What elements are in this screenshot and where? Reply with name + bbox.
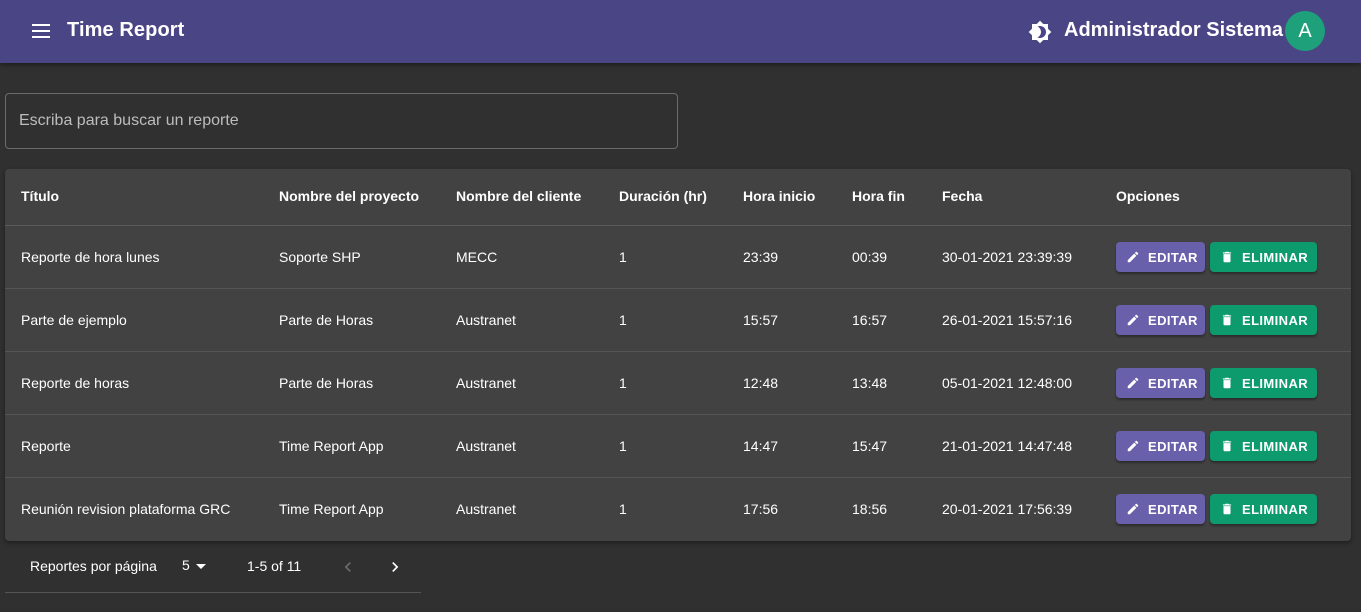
header-hora-inicio[interactable]: Hora inicio [743,188,815,204]
cell-hora-inicio: 17:56 [743,501,779,517]
header-proyecto[interactable]: Nombre del proyecto [279,188,419,204]
cell-proyecto: Soporte SHP [279,249,361,265]
app-bar: Time Report Administrador Sistema A [0,0,1361,63]
table-row: Parte de ejemplo Parte de Horas Austranet 1… [5,289,1351,352]
edit-button-label: EDITAR [1148,438,1198,454]
cell-fecha: 26-01-2021 15:57:16 [942,312,1072,328]
table-row: Reporte de horas Parte de Horas Austranet 1… [5,352,1351,415]
cell-cliente: MECC [456,249,498,265]
cell-cliente: Austranet [456,501,516,517]
cell-hora-fin: 16:57 [852,312,888,328]
cell-duracion: 1 [619,375,627,391]
cell-duracion: 1 [619,501,627,517]
header-cliente[interactable]: Nombre del cliente [456,188,581,204]
search-input[interactable] [6,94,677,148]
pagination-range: 1-5 of 11 [247,558,302,574]
reports-table: Título Nombre del proyecto Nombre del cl… [5,169,1351,541]
delete-button-label: ELIMINAR [1242,249,1309,265]
delete-button[interactable]: ELIMINAR [1210,368,1317,398]
trash-icon [1222,503,1232,515]
cell-hora-inicio: 23:39 [743,249,779,265]
brightness-icon[interactable] [1028,20,1052,44]
menu-icon[interactable] [32,20,54,42]
cell-titulo: Reporte de horas [21,375,130,391]
table-header: Título Nombre del proyecto Nombre del cl… [5,169,1351,226]
cell-hora-fin: 18:56 [852,501,888,517]
cell-titulo: Reporte de hora lunes [21,249,160,265]
cell-hora-inicio: 15:57 [743,312,779,328]
header-hora-fin[interactable]: Hora fin [852,188,905,204]
trash-icon [1222,251,1232,263]
trash-icon [1222,440,1232,452]
cell-fecha: 21-01-2021 14:47:48 [942,438,1072,454]
cell-fecha: 05-01-2021 12:48:00 [942,375,1072,391]
rows-per-page-value: 5 [182,557,190,573]
trash-icon [1222,377,1232,389]
trash-icon [1222,314,1232,326]
divider [5,592,421,593]
pencil-icon [1127,251,1139,263]
header-titulo[interactable]: Título [21,188,59,204]
cell-cliente: Austranet [456,438,516,454]
search-field [5,93,678,149]
edit-button[interactable]: EDITAR [1116,305,1205,335]
edit-button[interactable]: EDITAR [1116,368,1205,398]
cell-fecha: 20-01-2021 17:56:39 [942,501,1072,517]
pencil-icon [1127,377,1139,389]
table-row: Reporte de hora lunes Soporte SHP MECC 1 23:… [5,226,1351,289]
cell-proyecto: Time Report App [279,438,384,454]
caret-down-icon [195,563,206,569]
cell-titulo: Reporte [21,438,71,454]
delete-button[interactable]: ELIMINAR [1210,305,1317,335]
cell-hora-inicio: 14:47 [743,438,779,454]
table-row: Reporte Time Report App Austranet 1 14:47 15:… [5,415,1351,478]
cell-proyecto: Parte de Horas [279,312,374,328]
header-fecha[interactable]: Fecha [942,188,982,204]
cell-hora-fin: 15:47 [852,438,888,454]
cell-fecha: 30-01-2021 23:39:39 [942,249,1072,265]
edit-button-label: EDITAR [1148,375,1198,391]
rows-per-page-label: Reportes por página [30,558,157,574]
cell-titulo: Reunión revision plataforma GRC [21,501,231,517]
chevron-left-icon[interactable] [338,557,358,577]
delete-button[interactable]: ELIMINAR [1210,494,1317,524]
edit-button-label: EDITAR [1148,501,1198,517]
delete-button[interactable]: ELIMINAR [1210,431,1317,461]
cell-hora-inicio: 12:48 [743,375,779,391]
edit-button[interactable]: EDITAR [1116,242,1205,272]
header-opciones: Opciones [1116,188,1180,204]
cell-proyecto: Time Report App [279,501,384,517]
delete-button-label: ELIMINAR [1242,312,1309,328]
cell-titulo: Parte de ejemplo [21,312,127,328]
delete-button[interactable]: ELIMINAR [1210,242,1317,272]
table-body: Reporte de hora lunes Soporte SHP MECC 1 23:… [5,226,1351,541]
cell-duracion: 1 [619,249,627,265]
edit-button-label: EDITAR [1148,249,1198,265]
pencil-icon [1127,503,1139,515]
cell-duracion: 1 [619,438,627,454]
edit-button[interactable]: EDITAR [1116,431,1205,461]
cell-proyecto: Parte de Horas [279,375,374,391]
delete-button-label: ELIMINAR [1242,375,1309,391]
cell-hora-fin: 13:48 [852,375,888,391]
chevron-right-icon[interactable] [385,557,405,577]
delete-button-label: ELIMINAR [1242,501,1309,517]
edit-button[interactable]: EDITAR [1116,494,1205,524]
avatar[interactable]: A [1285,11,1325,51]
rows-per-page-select[interactable]: 5 [182,557,206,573]
header-duracion[interactable]: Duración (hr) [619,188,707,204]
cell-cliente: Austranet [456,312,516,328]
edit-button-label: EDITAR [1148,312,1198,328]
cell-duracion: 1 [619,312,627,328]
delete-button-label: ELIMINAR [1242,438,1309,454]
cell-hora-fin: 00:39 [852,249,888,265]
user-name[interactable]: Administrador Sistema [1064,19,1283,42]
pencil-icon [1127,440,1139,452]
app-title: Time Report [67,19,185,41]
table-row: Reunión revision plataforma GRC Time Repo… [5,478,1351,541]
pencil-icon [1127,314,1139,326]
cell-cliente: Austranet [456,375,516,391]
